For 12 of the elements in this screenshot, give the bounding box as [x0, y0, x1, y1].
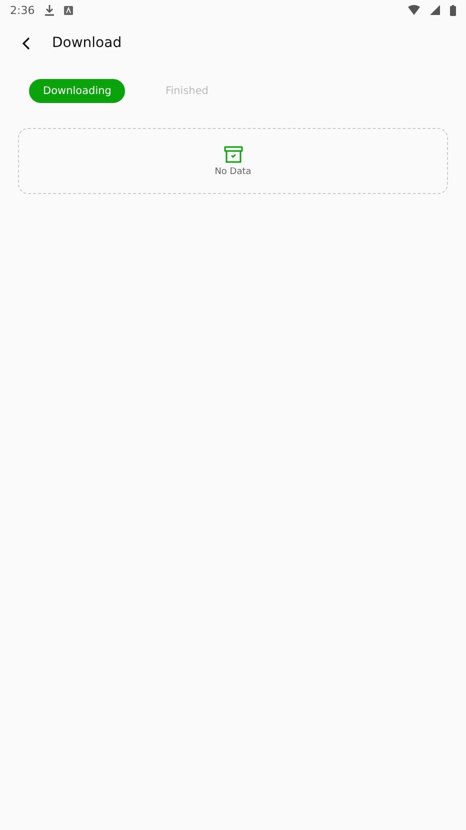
tab[interactable]: Downloading — [29, 79, 126, 103]
back-icon[interactable] — [22, 36, 30, 50]
empty-message: No Data — [214, 166, 252, 176]
wifi-icon — [408, 5, 420, 15]
download-icon — [44, 4, 54, 16]
status-time: 2:36 — [10, 4, 35, 16]
tab[interactable]: Finished — [151, 79, 222, 103]
app-icon — [64, 6, 73, 14]
page-title: Download — [52, 35, 122, 51]
signal-icon — [430, 5, 440, 15]
battery-icon — [450, 4, 456, 16]
box-icon — [224, 146, 242, 162]
